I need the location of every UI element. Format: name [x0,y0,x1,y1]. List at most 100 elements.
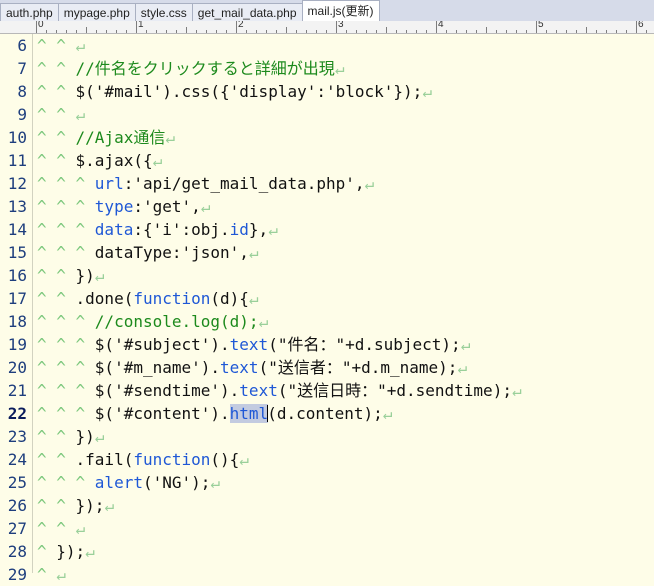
return-icon: ↵ [85,542,95,561]
code-line[interactable]: 11 ^ ^ $.ajax({↵ [8,149,654,172]
indent-marker: ^ ^ [37,289,76,308]
tab-1[interactable]: mypage.php [57,3,136,21]
indent-marker: ^ [37,542,57,561]
code-text: ^ ^ $('#mail').css({'display':'block'});… [37,80,432,103]
code-text: ^ ^ ↵ [37,34,85,57]
code-line[interactable]: 28 ^ });↵ [8,540,654,563]
code-line[interactable]: 25 ^ ^ ^ alert('NG');↵ [8,471,654,494]
code-token: .fail( [75,450,134,469]
code-line[interactable]: 27 ^ ^ ↵ [8,517,654,540]
indent-marker: ^ ^ ^ [37,197,95,216]
tab-2[interactable]: style.css [134,3,193,21]
indent-marker: ^ ^ ^ [37,243,95,262]
ruler-tick [436,21,437,33]
line-number: 13 [7,197,27,216]
line-number: 22 [7,404,27,423]
ruler-tick [466,30,467,33]
line-number: 6 [17,36,27,55]
code-text: ^ ^ ^ alert('NG');↵ [37,471,220,494]
ruler-tick [206,30,207,33]
return-icon: ↵ [248,289,259,308]
code-line[interactable]: 9 ^ ^ ↵ [17,103,654,126]
ruler-tick [216,30,217,33]
ruler-tick [76,30,77,33]
ruler-tick [106,30,107,33]
code-line[interactable]: 14 ^ ^ ^ data:{'i':obj.id},↵ [8,218,654,241]
ruler-tick [616,30,617,33]
ruler-tick [366,30,367,33]
code-token: $('#sendtime'). [94,381,240,400]
code-line[interactable]: 19 ^ ^ ^ $('#subject').text("件名："+d.subje… [8,333,654,356]
code-token: }) [75,266,95,285]
ruler-tick [266,30,267,33]
return-icon: ↵ [258,312,269,331]
line-number: 27 [7,519,27,538]
code-line[interactable]: 24 ^ ^ .fail(function(){↵ [8,448,654,471]
tab-4[interactable]: mail.js(更新) [301,0,380,21]
code-line[interactable]: 8 ^ ^ $('#mail').css({'display':'block'})… [17,80,654,103]
ruler-tick [306,30,307,33]
line-number: 7 [17,59,27,78]
code-token: }) [75,427,95,446]
return-icon: ↵ [56,565,66,584]
indent-marker: ^ ^ [37,427,76,446]
code-line[interactable]: 17 ^ ^ .done(function(d){↵ [8,287,654,310]
code-line[interactable]: 29 ^ ↵ [8,563,654,586]
code-keyword: type [94,197,134,216]
code-text: ^ ^ ^ $('#sendtime').text("送信日時："+d.send… [37,379,522,402]
code-line[interactable]: 6 ^ ^ ↵ [17,34,654,57]
code-token: :'api/get_mail_data.php', [123,174,365,193]
return-icon: ↵ [382,404,393,423]
code-keyword: function [133,450,211,469]
code-line[interactable]: 16 ^ ^ })↵ [8,264,654,287]
code-line[interactable]: 7 ^ ^ //件名をクリックすると詳細が出現↵ [17,57,654,80]
ruler-tick [566,30,567,33]
code-token: :{'i':obj. [133,220,230,239]
code-token: (){ [210,450,240,469]
code-text: ^ ^ //Ajax通信↵ [37,126,175,149]
ruler-tick [346,30,347,33]
ruler-tick [426,30,427,33]
return-icon: ↵ [364,174,375,193]
ruler-tick [56,30,57,33]
code-line[interactable]: 10 ^ ^ //Ajax通信↵ [8,126,654,149]
code-keyword: function [133,289,211,308]
line-number: 25 [7,473,27,492]
ruler-tick [486,27,487,33]
code-text: ^ ↵ [37,563,66,586]
code-line[interactable]: 22 ^ ^ ^ $('#content').html(d.content);↵ [8,402,654,425]
tab-0[interactable]: auth.php [0,3,59,21]
return-icon: ↵ [75,36,86,55]
code-editor[interactable]: 6 ^ ^ ↵ 7 ^ ^ //件名をクリックすると詳細が出現↵ 8 ^ ^ $('#ma… [8,34,654,584]
code-text: ^ ^ ^ dataType:'json',↵ [37,241,259,264]
code-line[interactable]: 18 ^ ^ ^ //console.log(d);↵ [8,310,654,333]
code-line[interactable]: 15 ^ ^ ^ dataType:'json',↵ [8,241,654,264]
code-line[interactable]: 26 ^ ^ });↵ [8,494,654,517]
code-line[interactable]: 23 ^ ^ })↵ [8,425,654,448]
return-icon: ↵ [200,197,211,216]
ruler-tick [336,21,337,33]
code-line[interactable]: 20 ^ ^ ^ $('#m_name').text("送信者："+d.m_nam… [8,356,654,379]
code-line[interactable]: 21 ^ ^ ^ $('#sendtime').text("送信日時："+d.se… [8,379,654,402]
ruler-tick [196,30,197,33]
code-token: $('#content'). [94,404,230,423]
ruler-number: 4 [438,21,444,30]
line-number: 20 [7,358,27,377]
line-number: 18 [7,312,27,331]
code-text: ^ ^ ^ data:{'i':obj.id},↵ [37,218,278,241]
return-icon: ↵ [94,427,105,446]
code-text: ^ ^ ^ //console.log(d);↵ [37,310,268,333]
code-keyword: text [229,335,269,354]
line-number: 29 [7,565,27,584]
code-text: ^ ^ ^ $('#content').html(d.content);↵ [37,402,392,425]
tab-3[interactable]: get_mail_data.php [191,3,303,21]
ruler-number: 0 [38,21,44,30]
line-number: 17 [7,289,27,308]
indent-marker: ^ ^ [37,151,76,170]
ruler-tick [636,21,637,33]
code-text: ^ ^ ↵ [37,517,85,540]
code-line[interactable]: 13 ^ ^ ^ type:'get',↵ [8,195,654,218]
indent-marker: ^ ^ [37,105,76,124]
ruler-tick [356,30,357,33]
code-line[interactable]: 12 ^ ^ ^ url:'api/get_mail_data.php',↵ [8,172,654,195]
